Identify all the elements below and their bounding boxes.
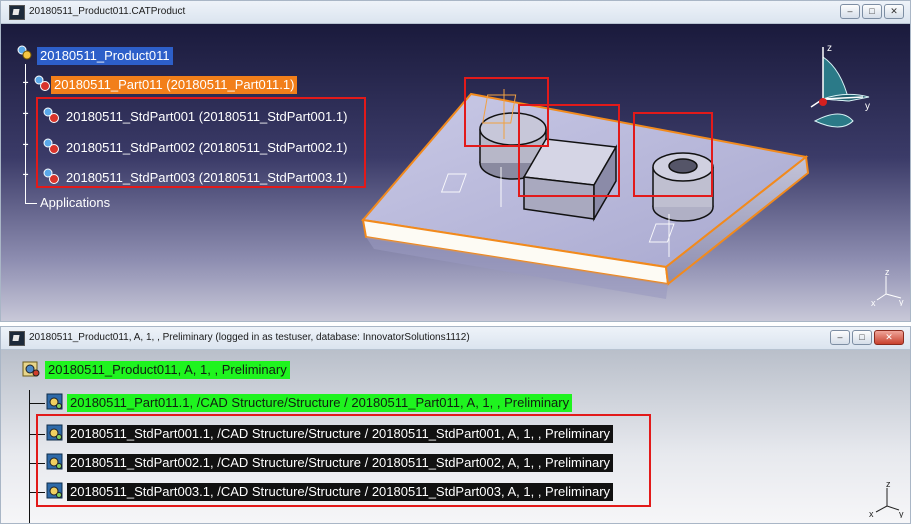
part-gear-icon — [34, 75, 50, 91]
window-title: 20180511_Product011.CATProduct — [29, 6, 186, 17]
axis-triad-icon: z y x — [869, 479, 904, 518]
part-document-icon — [46, 393, 63, 410]
compass-y-label: y — [865, 101, 870, 112]
close-button[interactable]: ✕ — [884, 4, 904, 19]
title-bar[interactable]: 20180511_Product011.CATProduct – □ ✕ — [1, 1, 910, 24]
axis-y-label: y — [899, 297, 904, 306]
compass-z-label: z — [827, 43, 832, 54]
expand-icon[interactable]: + — [20, 171, 31, 182]
axis-z-label: z — [885, 267, 890, 277]
highlight-box-ring — [633, 112, 713, 197]
catia-app-icon — [9, 331, 25, 346]
minimize-button[interactable]: – — [840, 4, 860, 19]
minimize-button[interactable]: – — [830, 330, 850, 345]
close-button[interactable]: ✕ — [874, 330, 904, 345]
structure-tree-panel[interactable]: 20180511_Product011, A, 1, , Preliminary… — [1, 350, 910, 523]
tree-connector — [29, 403, 45, 404]
axis-x-label: x — [871, 298, 876, 306]
highlight-box-tree — [36, 97, 366, 188]
axis-triad-icon: z y x — [871, 267, 904, 306]
tree-connector — [25, 203, 37, 204]
compass-icon[interactable]: z y — [801, 39, 881, 149]
tree-node-product[interactable]: 20180511_Product011, A, 1, , Preliminary — [45, 361, 290, 379]
tree-node-part[interactable]: 20180511_Part011.1, /CAD Structure/Struc… — [67, 394, 573, 412]
highlight-box-block — [518, 104, 620, 197]
product-icon — [17, 45, 32, 60]
assembly-icon — [22, 361, 40, 377]
pdm-structure-window: 20180511_Product011, A, 1, , Preliminary… — [0, 326, 911, 524]
maximize-button[interactable]: □ — [852, 330, 872, 345]
catia-app-icon — [9, 5, 25, 20]
tree-node-part[interactable]: 20180511_Part011 (20180511_Part011.1) — [51, 76, 298, 94]
expand-icon[interactable]: + — [20, 141, 31, 152]
axis-z-label: z — [886, 479, 891, 489]
tree-node-product[interactable]: 20180511_Product011 — [37, 47, 173, 65]
highlight-box-tree — [36, 414, 651, 507]
window-title: 20180511_Product011, A, 1, , Preliminary… — [29, 332, 470, 343]
expand-icon[interactable]: + — [20, 79, 31, 90]
axis-x-label: x — [869, 509, 874, 518]
tree-connector — [29, 390, 30, 523]
tree-node-applications[interactable]: Applications — [37, 194, 113, 212]
catia-product-window: 20180511_Product011.CATProduct – □ ✕ 201… — [0, 0, 911, 322]
maximize-button[interactable]: □ — [862, 4, 882, 19]
title-bar[interactable]: 20180511_Product011, A, 1, , Preliminary… — [1, 327, 910, 350]
3d-viewport[interactable]: 20180511_Product011 + 20180511_Part011 (… — [1, 24, 910, 321]
expand-icon[interactable]: + — [20, 110, 31, 121]
axis-y-label: y — [899, 509, 904, 518]
